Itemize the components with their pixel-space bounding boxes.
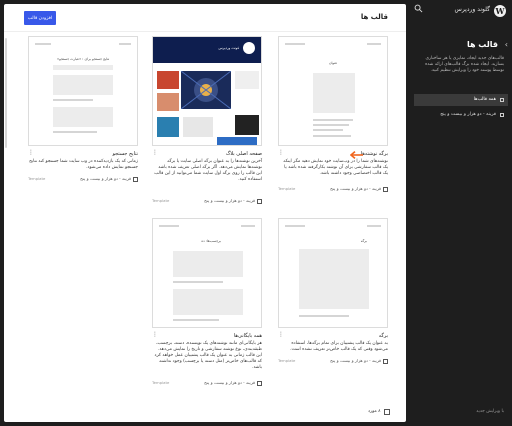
template-preview[interactable]: نتایج جستجو برای : «عبارت جستجو» [28,36,138,146]
template-card[interactable]: برچسب‌ها: ده همه بایگانی‌ها ⋮ هر بایگانی… [152,218,262,388]
template-preview[interactable]: عنوان [278,36,388,146]
sidebar-description: قالب‌های جدید ایجاد، تمایزی یا هر ساختار… [425,56,504,73]
template-icon [500,98,504,102]
card-tag: Template [278,186,296,191]
preview-site-title: فونت وردپرس [218,46,239,50]
template-preview[interactable]: برگه [278,218,388,328]
template-card[interactable]: فونت وردپرس صفحه اصلی بلاگ ⋮ آخرین نوشته… [152,36,262,206]
template-card[interactable]: برگه برگه ⋮ به عنوان یک قالب پشتیبان برا… [278,218,388,378]
sidebar-item-label: قرینه - دو هزار و بیست و پنج [440,112,496,117]
main-frame: افزودن قالب قالب ها عنوان برگه نوشته‌ها … [4,4,406,422]
sidebar: گلوند وردپرس W ‹ قالب ها قالب‌های جدید ا… [410,0,512,426]
preview-text: برچسب‌ها: ده [201,239,221,243]
card-source: قرینه - دو هزار و بیست و پنج [204,198,262,204]
theme-icon [257,198,262,204]
card-title: صفحه اصلی بلاگ [225,151,262,157]
theme-icon [383,358,388,364]
more-options-icon[interactable]: ⋮ [278,149,284,156]
site-name[interactable]: گلوند وردپرس [455,6,490,13]
preview-hero-image [181,71,231,109]
items-count: ۸ مورد [368,409,381,414]
theme-icon [133,176,138,182]
preview-text: عنوان [329,61,338,65]
card-tag: Template [152,380,170,385]
template-preview[interactable]: فونت وردپرس [152,36,262,146]
sidebar-header: گلوند وردپرس W [410,0,512,22]
preview-text: برگه [360,239,367,243]
add-template-button[interactable]: افزودن قالب [24,11,56,25]
card-title: برگه نوشته‌ها [360,151,388,157]
card-description: به عنوان یک قالب پشتیبان برای تمام برگه‌… [290,341,388,352]
scrollbar[interactable] [5,38,7,148]
preview-header: فونت وردپرس [153,37,261,63]
card-source: قرینه - دو هزار و بیست و پنج [330,186,388,192]
more-options-icon[interactable]: ⋮ [152,331,158,338]
card-title: نتایج جستجو [112,151,138,157]
card-description: آخرین نوشته‌ها را به عنوان برگه اصلی سای… [154,159,262,182]
card-tag: Template [28,176,46,181]
more-options-icon[interactable]: ⋮ [152,149,158,156]
card-description: هر بایگانی‌ای مانند نوشته‌های یک نویسنده… [154,341,262,370]
theme-icon [257,380,262,386]
template-icon [500,113,504,117]
sidebar-item-all-templates[interactable]: همه قالب‌ها [414,94,508,106]
template-card[interactable]: نتایج جستجو برای : «عبارت جستجو» نتایج ج… [28,36,138,206]
sidebar-item-label: همه قالب‌ها [473,97,496,102]
card-source: قرینه - دو هزار و بیست و پنج [80,176,138,182]
card-description: نوشته‌های شما را در وب‌سایت خود نمایش ده… [283,159,388,176]
arrow-icon [350,151,363,159]
back-icon[interactable]: ‹ [505,40,508,49]
page-title: قالب ها [360,13,388,21]
theme-icon [383,186,388,192]
search-icon[interactable] [414,4,423,13]
more-options-icon[interactable]: ⋮ [28,149,34,156]
card-tag: Template [278,358,296,363]
sidebar-footer[interactable]: با ویرایش جدید [476,409,504,414]
template-preview[interactable]: برچسب‌ها: ده [152,218,262,328]
card-title: همه بایگانی‌ها [233,333,262,339]
card-source: قرینه - دو هزار و بیست و پنج [204,380,262,386]
wordpress-logo-icon[interactable]: W [494,5,506,17]
template-card[interactable]: عنوان برگه نوشته‌ها ⋮ نوشته‌های شما را د… [278,36,388,206]
card-description: زمانی که یک بازدیدکننده در وب سایت شما ج… [29,159,138,170]
card-tag: Template [152,198,170,203]
more-options-icon[interactable]: ⋮ [278,331,284,338]
sidebar-item-theme[interactable]: قرینه - دو هزار و بیست و پنج [414,109,508,121]
select-all-checkbox[interactable] [384,409,390,415]
preview-text: نتایج جستجو برای : «عبارت جستجو» [57,57,110,61]
top-bar: افزودن قالب قالب ها [4,4,406,32]
card-title: برگه [378,333,388,339]
card-source: قرینه - دو هزار و بیست و پنج [330,358,388,364]
sidebar-title: قالب ها [466,40,498,49]
